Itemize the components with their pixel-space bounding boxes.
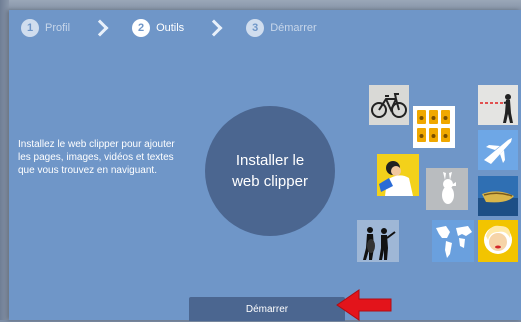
red-arrow-icon bbox=[336, 289, 392, 321]
airplane-icon bbox=[478, 130, 518, 170]
rabbit-icon bbox=[426, 168, 468, 210]
start-button[interactable]: Démarrer bbox=[189, 297, 345, 321]
step-number: 2 bbox=[132, 19, 151, 37]
chevron-right-icon bbox=[205, 19, 223, 37]
clipper-description: Installez le web clipper pour ajouter le… bbox=[18, 139, 175, 176]
step-demarrer[interactable]: 3 Démarrer bbox=[246, 19, 317, 37]
step-outils[interactable]: 2 Outils bbox=[132, 19, 184, 37]
world-map-icon bbox=[432, 220, 474, 262]
step-progress: 1 Profil 2 Outils 3 Démarrer bbox=[21, 17, 317, 39]
install-line-1: Installer le bbox=[235, 152, 305, 169]
step-number: 1 bbox=[21, 19, 39, 37]
portrait-icon bbox=[478, 220, 518, 262]
target-shooter-icon bbox=[478, 85, 518, 125]
install-clipper-button[interactable]: Installer le web clipper bbox=[205, 106, 335, 236]
onboarding-panel: 1 Profil 2 Outils 3 Démarrer Installez l… bbox=[9, 10, 521, 321]
step-label: Profil bbox=[45, 22, 71, 34]
step-label: Démarrer bbox=[270, 22, 317, 34]
musicians-icon bbox=[357, 220, 399, 262]
boat-icon bbox=[478, 176, 518, 216]
person-yellow-icon bbox=[377, 154, 419, 196]
step-profil[interactable]: 1 Profil bbox=[21, 19, 70, 37]
chevron-right-icon bbox=[91, 19, 109, 37]
start-button-label: Démarrer bbox=[245, 303, 289, 315]
browser-frame-left bbox=[0, 0, 9, 320]
step-label: Outils bbox=[156, 22, 185, 34]
step-number: 3 bbox=[246, 19, 265, 37]
folders-icon bbox=[413, 106, 455, 148]
bicycle-icon bbox=[369, 85, 409, 125]
install-line-2: web clipper bbox=[232, 173, 308, 190]
